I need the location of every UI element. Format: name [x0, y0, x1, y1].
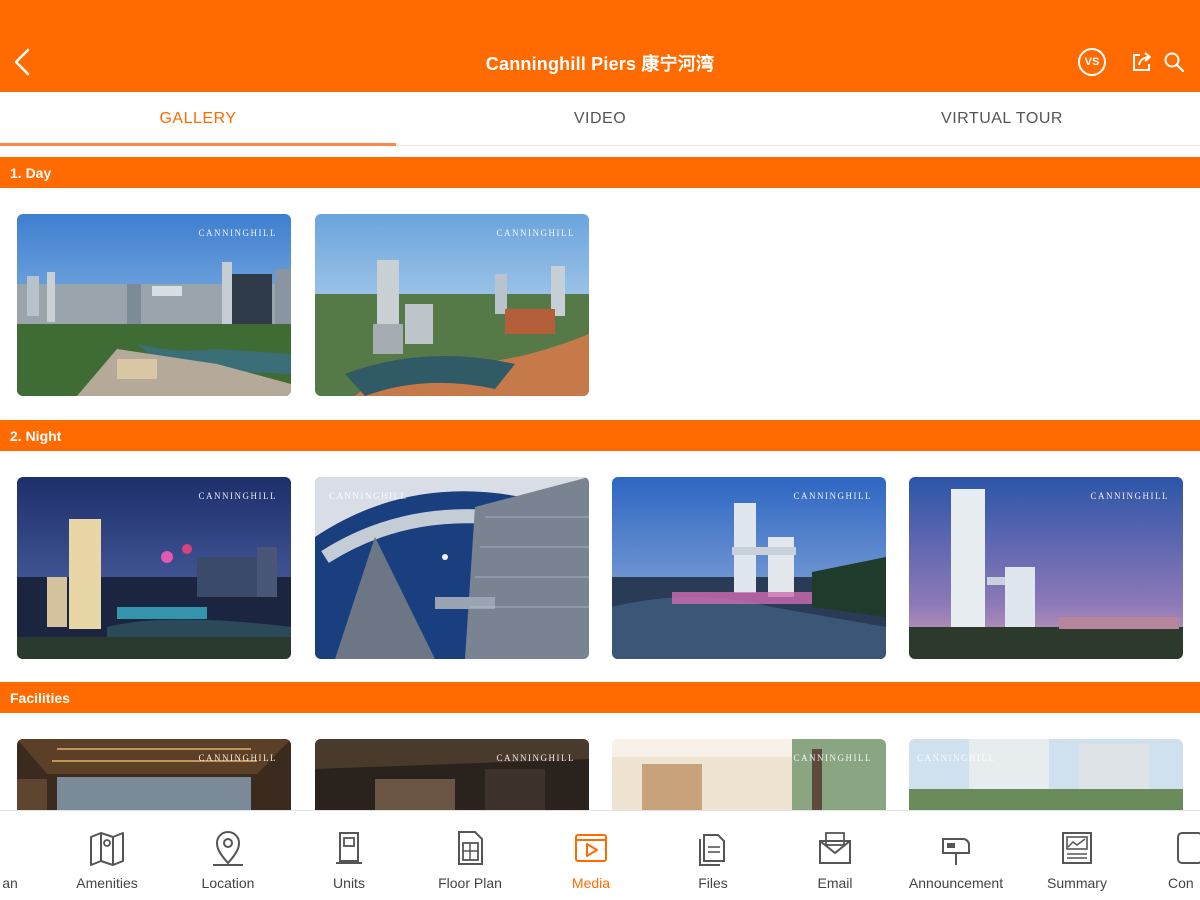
nav-item-units[interactable]: Units	[289, 811, 409, 900]
watermark-text: CANNINGHILL	[198, 753, 277, 763]
section-header-day: 1. Day	[0, 157, 1200, 188]
gallery-image-facilities-3[interactable]: CANNINGHILL	[612, 739, 886, 810]
nav-item-label: Files	[698, 875, 728, 891]
section-header-facilities: Facilities	[0, 682, 1200, 713]
gallery-image-facilities-1[interactable]: CANNINGHILL	[17, 739, 291, 810]
map-icon	[90, 832, 124, 866]
location-pin-icon	[213, 831, 243, 866]
share-icon[interactable]	[1130, 50, 1154, 74]
nav-item-amenities[interactable]: Amenities	[47, 811, 167, 900]
watermark-text: CANNINGHILL	[917, 753, 996, 763]
gallery-image-facilities-2[interactable]: CANNINGHILL	[315, 739, 589, 810]
watermark-text: CANNINGHILL	[496, 228, 575, 238]
nav-item-label: Units	[333, 875, 365, 891]
media-play-icon	[575, 834, 607, 862]
watermark-text: CANNINGHILL	[198, 491, 277, 501]
summary-icon	[1062, 832, 1092, 864]
watermark-text: CANNINGHILL	[793, 491, 872, 501]
media-tabs: GALLERY VIDEO VIRTUAL TOUR	[0, 92, 1200, 146]
watermark-text: CANNINGHILL	[329, 491, 408, 501]
gallery-image-day-1[interactable]: CANNINGHILL	[17, 214, 291, 396]
plan-icon	[0, 829, 29, 867]
gallery-image-night-1[interactable]: CANNINGHILL	[17, 477, 291, 659]
gallery-image-day-2[interactable]: CANNINGHILL	[315, 214, 589, 396]
bottom-navigation: an Amenities Location Units Floor Plan M…	[0, 810, 1200, 900]
nav-item-label: Email	[817, 875, 853, 891]
nav-item-summary[interactable]: Summary	[1017, 811, 1137, 900]
nav-item-floor-plan[interactable]: Floor Plan	[410, 811, 530, 900]
contact-phone-icon	[1177, 832, 1200, 864]
gallery-image-night-3[interactable]: CANNINGHILL	[612, 477, 886, 659]
nav-item-label: an	[2, 875, 18, 891]
nav-item-label: Amenities	[76, 875, 138, 891]
floor-plan-icon	[458, 831, 483, 865]
nav-item-label: Media	[571, 875, 611, 891]
search-icon[interactable]	[1162, 50, 1186, 74]
nav-item-label: Con	[1168, 875, 1194, 891]
section-header-night: 2. Night	[0, 420, 1200, 451]
watermark-text: CANNINGHILL	[198, 228, 277, 238]
files-icon	[699, 834, 725, 866]
email-icon	[819, 832, 851, 864]
nav-item-label: Location	[201, 875, 255, 891]
nav-item-contact[interactable]: Con	[1138, 811, 1200, 900]
nav-item-label: Announcement	[908, 875, 1004, 891]
nav-item-label: Summary	[1047, 875, 1107, 891]
page-title: Canninghill Piers 康宁河湾	[485, 54, 715, 74]
gallery-image-night-4[interactable]: CANNINGHILL	[909, 477, 1183, 659]
gallery-image-night-2[interactable]: CANNINGHILL	[315, 477, 589, 659]
watermark-text: CANNINGHILL	[1090, 491, 1169, 501]
watermark-text: CANNINGHILL	[496, 753, 575, 763]
nav-item-email[interactable]: Email	[775, 811, 895, 900]
tab-video[interactable]: VIDEO	[396, 92, 804, 145]
watermark-text: CANNINGHILL	[793, 753, 872, 763]
tab-gallery[interactable]: GALLERY	[0, 92, 396, 146]
gallery-image-facilities-4[interactable]: CANNINGHILL	[909, 739, 1183, 810]
nav-item-location[interactable]: Location	[168, 811, 288, 900]
announcement-mailbox-icon	[942, 838, 970, 865]
tab-virtual-tour[interactable]: VIRTUAL TOUR	[804, 92, 1200, 145]
unit-door-icon	[336, 832, 362, 864]
nav-item-media[interactable]: Media	[531, 811, 651, 900]
vs-compare-button[interactable]: VS	[1078, 48, 1106, 76]
app-header: Canninghill Piers 康宁河湾 VS	[0, 0, 1200, 92]
nav-item-label: Floor Plan	[438, 875, 502, 891]
nav-item-announcement[interactable]: Announcement	[896, 811, 1016, 900]
nav-item-files[interactable]: Files	[653, 811, 773, 900]
